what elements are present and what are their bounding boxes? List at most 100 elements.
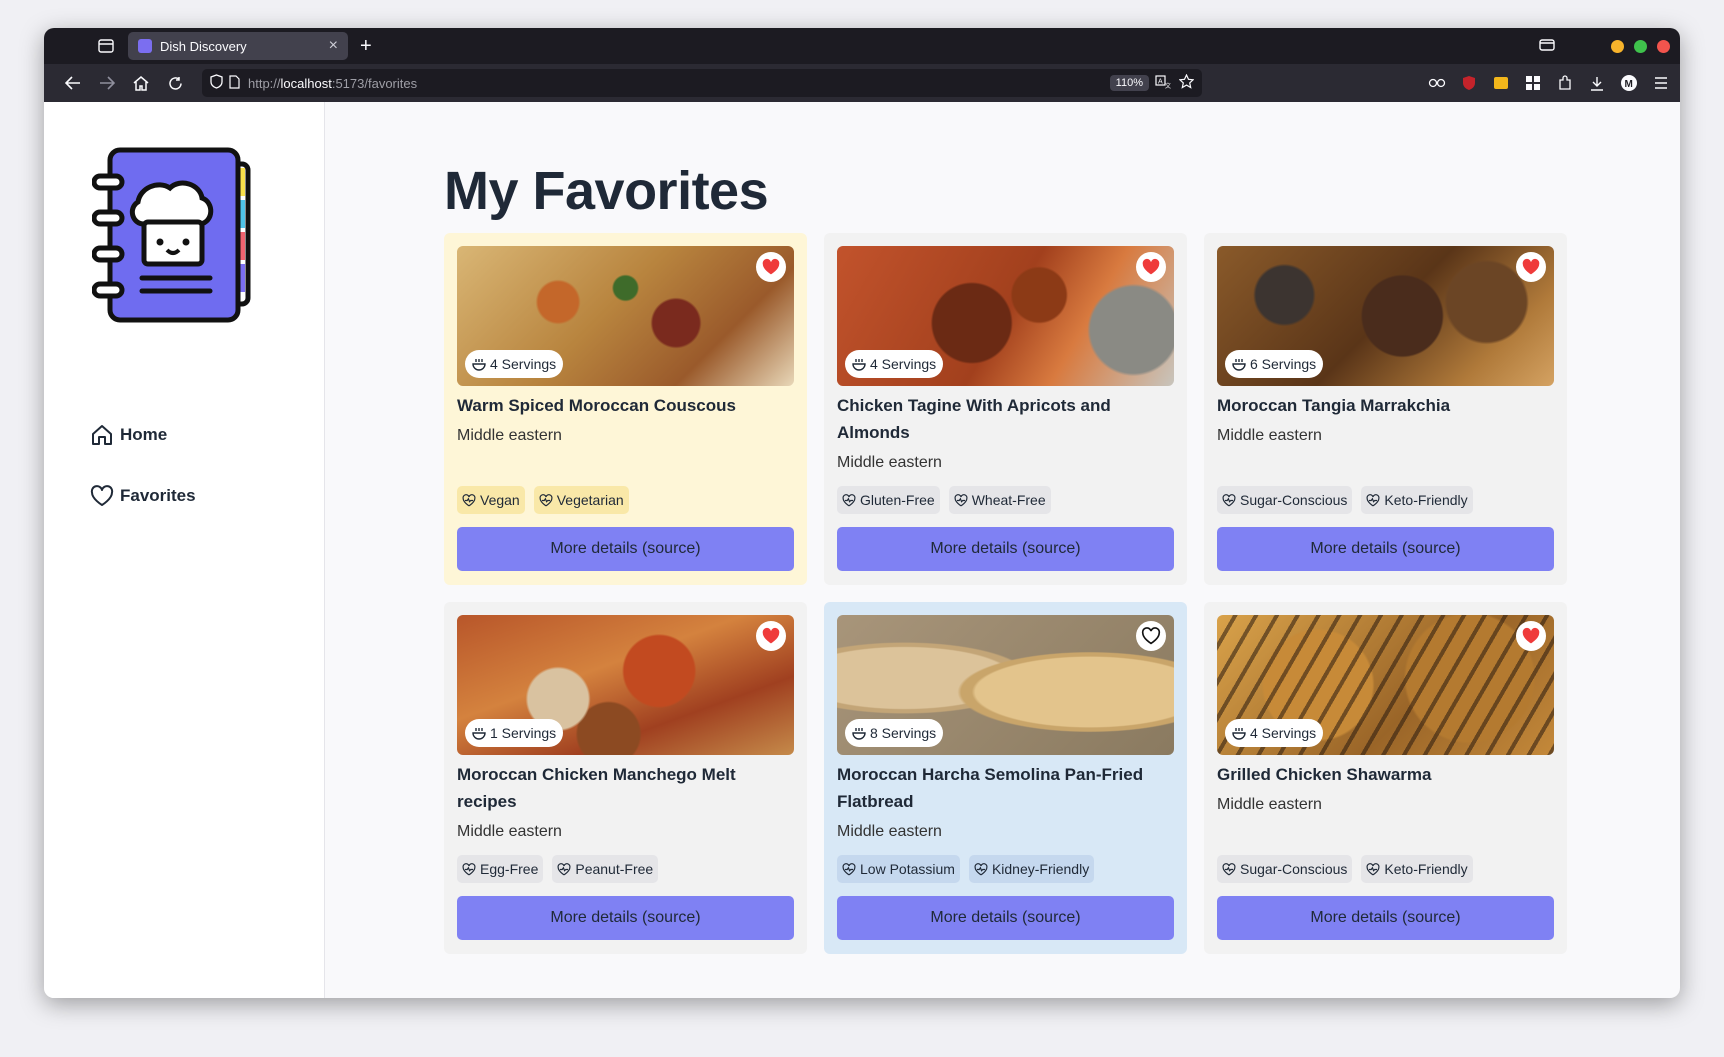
url-prefix: http:// — [248, 75, 281, 91]
window-controls — [1539, 28, 1680, 64]
new-tab-button[interactable]: + — [360, 36, 372, 56]
url-path: :5173/favorites — [331, 75, 418, 91]
more-details-button[interactable]: More details (source) — [837, 527, 1174, 571]
sidebar-item-home[interactable]: Home — [90, 420, 196, 450]
heart-pulse-icon — [974, 862, 988, 875]
nav-bar: http:// localhost :5173/favorites 110% A… — [44, 64, 1680, 102]
servings-text: 4 Servings — [1250, 725, 1317, 741]
more-details-button[interactable]: More details (source) — [457, 527, 794, 571]
diet-tag: Egg-Free — [457, 855, 544, 883]
downloads-icon[interactable] — [1586, 72, 1608, 94]
tag-list: Sugar-Conscious Keto-Friendly — [1217, 855, 1473, 883]
tag-label: Egg-Free — [480, 861, 539, 877]
heart-pulse-icon — [462, 493, 476, 506]
page: Home Favorites My Favorites 4 Servings W… — [44, 102, 1680, 998]
page-icon — [229, 74, 240, 92]
heart-pulse-icon — [1222, 493, 1236, 506]
tag-list: Low Potassium Kidney-Friendly — [837, 855, 1095, 883]
heart-pulse-icon — [1366, 493, 1380, 506]
ublock-icon[interactable] — [1458, 72, 1480, 94]
heart-filled-icon — [1522, 627, 1540, 644]
recipe-card: 6 Servings Moroccan Tangia Marrakchia Mi… — [1204, 233, 1567, 585]
bowl-icon — [472, 358, 486, 371]
heart-pulse-icon — [1366, 862, 1380, 875]
bowl-icon — [852, 727, 866, 740]
svg-text:文: 文 — [1165, 82, 1171, 89]
extension-yellow-icon[interactable] — [1490, 72, 1512, 94]
close-window-button[interactable] — [1657, 39, 1670, 53]
minimize-button[interactable] — [1611, 39, 1624, 53]
recipe-title: Warm Spiced Moroccan Couscous — [457, 396, 736, 415]
diet-tag: Vegan — [457, 486, 525, 514]
heart-pulse-icon — [539, 493, 553, 506]
tag-list: Vegan Vegetarian — [457, 486, 629, 514]
reload-icon[interactable] — [158, 68, 192, 98]
bowl-icon — [852, 358, 866, 371]
sidebar-item-label: Home — [120, 425, 168, 444]
favorite-toggle[interactable] — [1136, 252, 1166, 282]
tag-label: Low Potassium — [860, 861, 955, 877]
recipe-cuisine: Middle eastern — [457, 427, 562, 444]
svg-text:A: A — [1158, 78, 1163, 85]
extension-grid-icon[interactable] — [1522, 72, 1544, 94]
svg-text:M: M — [1625, 79, 1633, 90]
diet-tag: Sugar-Conscious — [1217, 486, 1353, 514]
heart-filled-icon — [1522, 258, 1540, 275]
account-avatar-icon[interactable]: M — [1618, 72, 1640, 94]
recipe-image: 1 Servings — [457, 615, 794, 755]
cookbook-logo[interactable] — [91, 146, 254, 329]
bookmark-star-icon[interactable] — [1178, 73, 1195, 92]
tag-list: Gluten-Free Wheat-Free — [837, 486, 1051, 514]
zoom-level[interactable]: 110% — [1109, 75, 1149, 91]
recipe-image: 4 Servings — [457, 246, 794, 386]
tag-label: Vegan — [480, 492, 520, 508]
servings-badge: 4 Servings — [465, 350, 564, 378]
forward-icon[interactable] — [90, 68, 124, 98]
recipe-cuisine: Middle eastern — [837, 454, 942, 471]
tab-close-icon[interactable]: × — [329, 37, 338, 55]
recipe-title: Moroccan Tangia Marrakchia — [1217, 396, 1451, 415]
favorite-toggle[interactable] — [1516, 621, 1546, 651]
servings-badge: 6 Servings — [1225, 350, 1324, 378]
more-details-button[interactable]: More details (source) — [837, 896, 1174, 940]
servings-text: 4 Servings — [490, 356, 557, 372]
recipe-card: 1 Servings Moroccan Chicken Manchego Mel… — [444, 602, 807, 954]
recipe-cuisine: Middle eastern — [1217, 427, 1322, 444]
shield-icon[interactable] — [210, 74, 223, 92]
firefox-view-icon[interactable] — [88, 32, 124, 60]
favorite-toggle[interactable] — [756, 252, 786, 282]
more-details-button[interactable]: More details (source) — [1217, 527, 1554, 571]
diet-tag: Gluten-Free — [837, 486, 940, 514]
heart-pulse-icon — [557, 862, 571, 875]
list-all-tabs-icon[interactable] — [1539, 38, 1555, 54]
favorite-toggle[interactable] — [756, 621, 786, 651]
diet-tag: Low Potassium — [837, 855, 960, 883]
tag-list: Sugar-Conscious Keto-Friendly — [1217, 486, 1473, 514]
favorite-toggle[interactable] — [1516, 252, 1546, 282]
app-menu-icon[interactable] — [1650, 72, 1672, 94]
glasses-extension-icon[interactable] — [1426, 72, 1448, 94]
extensions-puzzle-icon[interactable] — [1554, 72, 1576, 94]
url-bar[interactable]: http:// localhost :5173/favorites 110% A… — [202, 69, 1202, 97]
heart-pulse-icon — [462, 862, 476, 875]
extensions-area: M — [1426, 72, 1672, 94]
diet-tag: Keto-Friendly — [1361, 486, 1473, 514]
main-content: My Favorites 4 Servings Warm Spiced Moro… — [325, 102, 1680, 998]
tab-dish-discovery[interactable]: Dish Discovery × — [128, 32, 348, 60]
recipe-title: Grilled Chicken Shawarma — [1217, 765, 1432, 784]
translate-icon[interactable]: A文 — [1155, 74, 1171, 92]
more-details-button[interactable]: More details (source) — [1217, 896, 1554, 940]
home-browser-icon[interactable] — [124, 68, 158, 98]
maximize-button[interactable] — [1634, 39, 1647, 53]
servings-badge: 8 Servings — [845, 719, 944, 747]
tag-label: Kidney-Friendly — [991, 861, 1090, 877]
tag-label: Sugar-Conscious — [1240, 861, 1348, 877]
recipe-title: Chicken Tagine With Apricots and Almonds — [837, 396, 1111, 442]
back-icon[interactable] — [56, 68, 90, 98]
recipe-card: 4 Servings Warm Spiced Moroccan Couscous… — [444, 233, 807, 585]
servings-badge: 4 Servings — [845, 350, 944, 378]
more-details-button[interactable]: More details (source) — [457, 896, 794, 940]
sidebar-item-favorites[interactable]: Favorites — [90, 481, 196, 511]
tag-label: Sugar-Conscious — [1240, 492, 1348, 508]
favorite-toggle[interactable] — [1136, 621, 1166, 651]
